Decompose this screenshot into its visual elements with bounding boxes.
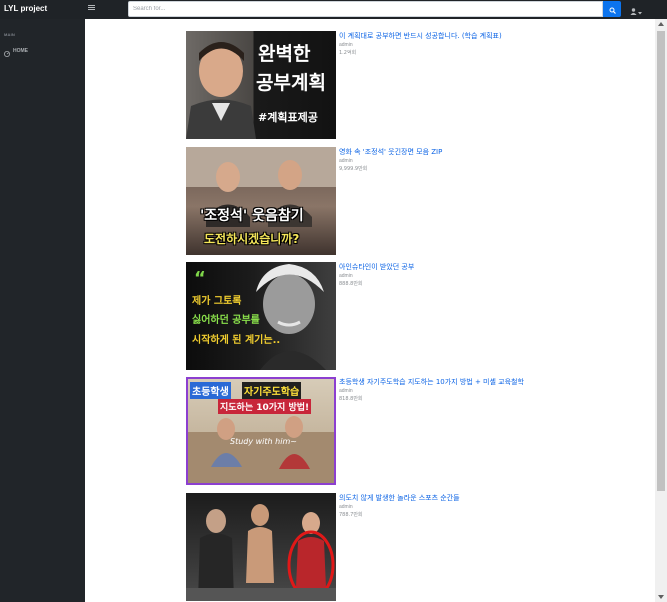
video-info: 영화 속 '조정석' 웃긴장면 모음 ZIP admin 9,999.9만회 bbox=[339, 147, 599, 173]
video-thumbnail[interactable] bbox=[186, 493, 336, 601]
video-views: 818.8만회 bbox=[339, 396, 363, 402]
sidebar-item-label: HOME bbox=[13, 48, 28, 54]
video-views: 788.7만회 bbox=[339, 512, 363, 518]
video-views: 888.8만회 bbox=[339, 281, 363, 287]
brand-logo[interactable]: LYL project bbox=[4, 4, 47, 14]
video-thumbnail[interactable]: “ 제가 그토록 싫어하던 공부를 시작하게 된 계기는.. bbox=[186, 262, 336, 370]
chevron-down-icon bbox=[638, 0, 642, 19]
thumbnail-quote-mark: “ bbox=[194, 268, 206, 289]
video-thumbnail[interactable]: 완벽한 공부계획 #계획표제공 bbox=[186, 31, 336, 139]
search-input[interactable] bbox=[128, 1, 603, 17]
user-dropdown[interactable] bbox=[630, 5, 645, 15]
video-info: 의도치 않게 발생한 놀라운 스포츠 순간들 admin 788.7만회 bbox=[339, 493, 599, 519]
thumbnail-tag: 초등학생 bbox=[190, 382, 231, 399]
video-title[interactable]: 영화 속 '조정석' 웃긴장면 모음 ZIP bbox=[339, 147, 599, 158]
top-navbar: LYL project bbox=[0, 0, 667, 19]
video-title[interactable]: 의도치 않게 발생한 놀라운 스포츠 순간들 bbox=[339, 493, 599, 504]
search-form bbox=[128, 1, 621, 17]
sidebar: MAIN HOME bbox=[0, 19, 85, 602]
scroll-down-arrow-icon[interactable] bbox=[655, 592, 667, 602]
video-thumbnail[interactable]: '조정석' 웃음참기 도전하시겠습니까? bbox=[186, 147, 336, 255]
gauge-icon bbox=[4, 42, 10, 61]
video-card[interactable]: '조정석' 웃음참기 도전하시겠습니까? 영화 속 '조정석' 웃긴장면 모음 … bbox=[186, 147, 606, 255]
video-author: admin bbox=[339, 273, 353, 279]
thumbnail-caption: Study with him~ bbox=[230, 437, 297, 446]
video-views: 9,999.9만회 bbox=[339, 166, 368, 172]
thumbnail-headline: 완벽한 bbox=[258, 43, 311, 65]
video-author: admin bbox=[339, 42, 353, 48]
sidebar-heading: MAIN bbox=[4, 32, 16, 37]
video-author: admin bbox=[339, 504, 353, 510]
video-thumbnail[interactable]: 초등학생 자기주도학습 지도하는 10가지 방법! Study with him… bbox=[186, 377, 336, 485]
video-info: 초등학생 자기주도학습 지도하는 10가지 방법 + 미셸 교육철학 admin… bbox=[339, 377, 599, 403]
thumbnail-tag: #계획표제공 bbox=[258, 111, 318, 124]
sidebar-item-home[interactable]: HOME bbox=[4, 46, 28, 57]
scrollbar-thumb[interactable] bbox=[657, 31, 665, 491]
scroll-up-arrow-icon[interactable] bbox=[655, 19, 667, 29]
thumbnail-subheadline: 공부계획 bbox=[256, 72, 326, 94]
video-card[interactable]: “ 제가 그토록 싫어하던 공부를 시작하게 된 계기는.. 아인슈타인이 받았… bbox=[186, 262, 606, 370]
thumbnail-line-3: 시작하게 된 계기는.. bbox=[192, 335, 281, 346]
video-card[interactable]: 완벽한 공부계획 #계획표제공 이 계획대로 공부하면 반드시 성공합니다. (… bbox=[186, 31, 606, 139]
thumbnail-line-2: 싫어하던 공부를 bbox=[192, 315, 260, 326]
video-info: 아인슈타인이 받았던 공부 admin 888.8만회 bbox=[339, 262, 599, 288]
video-views: 1.2억회 bbox=[339, 50, 357, 56]
thumbnail-headline: '조정석' 웃음참기 bbox=[200, 208, 304, 224]
video-author: admin bbox=[339, 158, 353, 164]
main-content: 완벽한 공부계획 #계획표제공 이 계획대로 공부하면 반드시 성공합니다. (… bbox=[85, 19, 655, 602]
thumbnail-headline: 자기주도학습 bbox=[242, 382, 302, 399]
thumbnail-line-1: 제가 그토록 bbox=[192, 296, 242, 307]
thumbnail-sports-illustration bbox=[186, 504, 336, 601]
thumbnail-subheadline: 도전하시겠습니까? bbox=[204, 232, 300, 246]
video-title[interactable]: 아인슈타인이 받았던 공부 bbox=[339, 262, 599, 273]
video-title[interactable]: 이 계획대로 공부하면 반드시 성공합니다. (학습 계획표) bbox=[339, 31, 599, 42]
video-title[interactable]: 초등학생 자기주도학습 지도하는 10가지 방법 + 미셸 교육철학 bbox=[339, 377, 599, 388]
thumbnail-subheadline: 지도하는 10가지 방법! bbox=[218, 399, 312, 414]
video-card[interactable]: 초등학생 자기주도학습 지도하는 10가지 방법! Study with him… bbox=[186, 377, 606, 485]
video-author: admin bbox=[339, 388, 353, 394]
video-card[interactable]: 의도치 않게 발생한 놀라운 스포츠 순간들 admin 788.7만회 bbox=[186, 493, 606, 601]
search-button[interactable] bbox=[603, 1, 621, 17]
user-icon bbox=[630, 0, 637, 19]
video-info: 이 계획대로 공부하면 반드시 성공합니다. (학습 계획표) admin 1.… bbox=[339, 31, 599, 57]
search-icon bbox=[609, 2, 616, 17]
page-scrollbar[interactable] bbox=[655, 19, 667, 602]
menu-toggle-icon[interactable] bbox=[88, 4, 96, 13]
